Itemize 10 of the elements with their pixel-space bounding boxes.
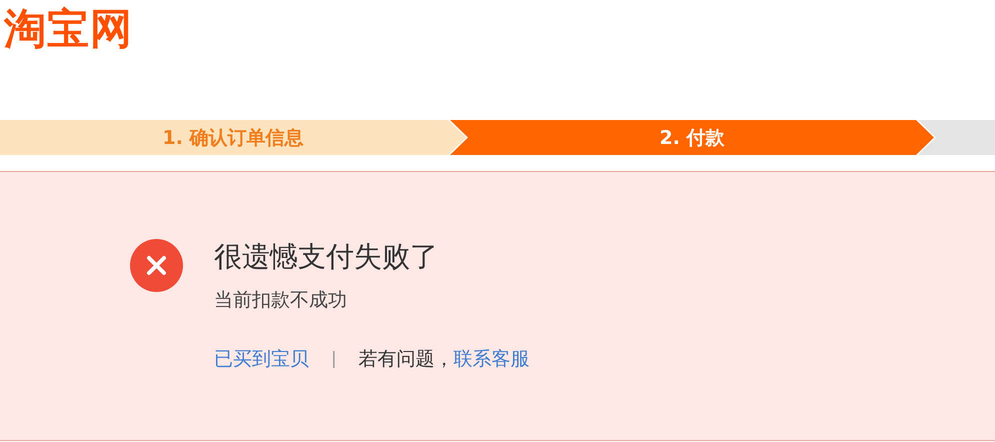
result-title: 很遗憾支付失败了 [214,239,439,275]
help-text: 若有问题， [358,347,454,372]
link[interactable]: 已买到宝贝 [214,346,309,372]
result-message: 当前扣款不成功 [214,288,348,313]
separator: | [331,348,337,371]
step: 1. 确认订单信息 [0,120,466,155]
error-icon [130,239,183,292]
logo[interactable]: 淘宝网 [0,0,137,58]
step: 2. 付款 [450,120,934,155]
link[interactable]: 联系客服 [454,346,530,372]
